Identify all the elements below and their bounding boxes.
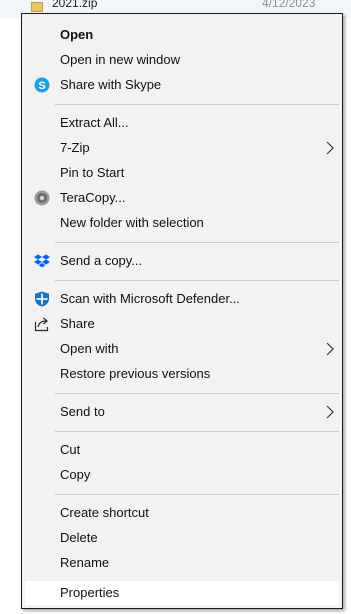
menu-item-create-shortcut[interactable]: Create shortcut	[25, 501, 339, 525]
menu-item-label: Delete	[60, 530, 98, 545]
chevron-right-icon	[325, 405, 334, 419]
menu-item-share[interactable]: Share	[25, 312, 339, 336]
menu-item-restore-previous-versions[interactable]: Restore previous versions	[25, 362, 339, 386]
zip-folder-icon	[31, 2, 43, 12]
chevron-right-icon	[325, 342, 334, 356]
defender-shield-icon	[34, 291, 50, 307]
file-date: 4/12/2023	[262, 0, 316, 10]
menu-item-teracopy[interactable]: TeraCopy...	[25, 186, 339, 210]
menu-item-label: Open in new window	[60, 52, 180, 67]
menu-item-pin-to-start[interactable]: Pin to Start	[25, 161, 339, 185]
menu-item-open-with[interactable]: Open with	[25, 337, 339, 361]
menu-item-rename[interactable]: Rename	[25, 551, 339, 575]
menu-separator	[55, 242, 339, 243]
dropbox-icon	[34, 253, 50, 269]
menu-item-label: Copy	[60, 467, 91, 482]
menu-item-label: TeraCopy...	[60, 190, 126, 205]
menu-item-properties[interactable]: Properties	[25, 581, 339, 605]
share-icon	[34, 316, 50, 332]
teracopy-icon	[34, 190, 50, 206]
menu-item-copy[interactable]: Copy	[25, 463, 339, 487]
menu-item-label: Share with Skype	[60, 77, 162, 92]
context-menu: Open Open in new window S Share with Sky…	[21, 13, 343, 609]
menu-item-label: New folder with selection	[60, 215, 204, 230]
menu-item-share-with-skype[interactable]: S Share with Skype	[25, 73, 339, 97]
menu-separator	[55, 431, 339, 432]
file-name: 2021.zip	[52, 0, 98, 10]
svg-text:S: S	[38, 80, 45, 92]
menu-item-open[interactable]: Open	[25, 23, 339, 47]
menu-item-new-folder-with-selection[interactable]: New folder with selection	[25, 211, 339, 235]
menu-item-label: Open with	[60, 341, 119, 356]
menu-item-label: Send to	[60, 404, 105, 419]
menu-item-scan-with-microsoft-defender[interactable]: Scan with Microsoft Defender...	[25, 287, 339, 311]
menu-item-label: Rename	[60, 555, 110, 570]
menu-item-label: Create shortcut	[60, 505, 149, 520]
menu-item-delete[interactable]: Delete	[25, 526, 339, 550]
menu-item-label: Send a copy...	[60, 253, 143, 268]
menu-item-open-in-new-window[interactable]: Open in new window	[25, 48, 339, 72]
skype-icon: S	[34, 77, 50, 93]
menu-item-label: Cut	[60, 442, 81, 457]
menu-item-label: 7-Zip	[60, 140, 90, 155]
menu-item-cut[interactable]: Cut	[25, 438, 339, 462]
menu-separator	[55, 280, 339, 281]
menu-item-7-zip[interactable]: 7-Zip	[25, 136, 339, 160]
menu-separator	[55, 494, 339, 495]
menu-item-label: Restore previous versions	[60, 366, 211, 381]
menu-item-extract-all[interactable]: Extract All...	[25, 111, 339, 135]
chevron-right-icon	[325, 141, 334, 155]
menu-item-label: Pin to Start	[60, 165, 125, 180]
menu-item-label: Open	[60, 27, 94, 42]
menu-item-send-a-copy[interactable]: Send a copy...	[25, 249, 339, 273]
menu-item-send-to[interactable]: Send to	[25, 400, 339, 424]
menu-item-label: Scan with Microsoft Defender...	[60, 291, 240, 306]
menu-item-label: Share	[60, 316, 95, 331]
menu-item-label: Properties	[60, 585, 120, 600]
menu-separator	[55, 104, 339, 105]
menu-item-label: Extract All...	[60, 115, 129, 130]
menu-separator	[55, 393, 339, 394]
